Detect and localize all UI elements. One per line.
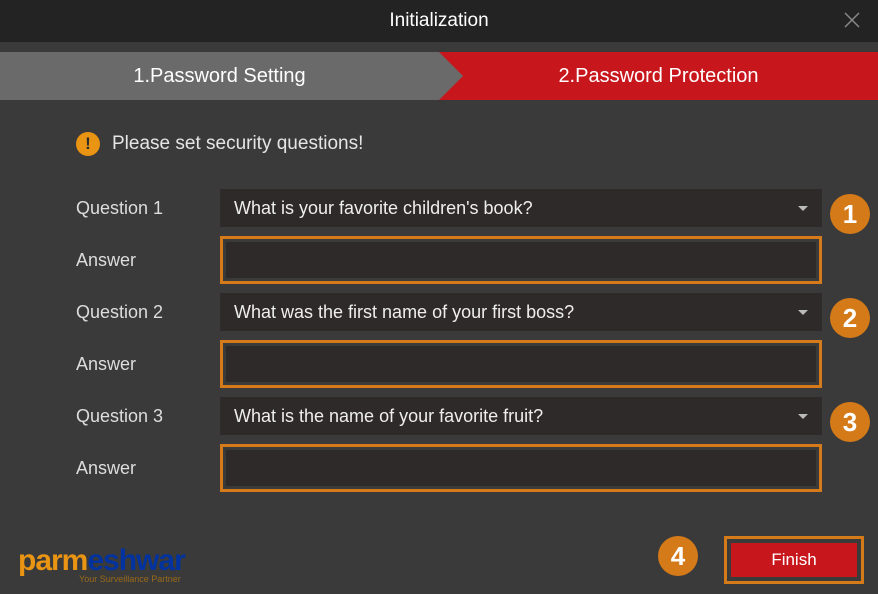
answer3-label: Answer	[76, 458, 216, 479]
answer1-label: Answer	[76, 250, 216, 271]
question3-value: What is the name of your favorite fruit?	[234, 406, 543, 427]
question2-row: Question 2 What was the first name of yo…	[76, 286, 822, 338]
answer3-row: Answer	[76, 442, 822, 494]
callout-2: 2	[830, 298, 870, 338]
question3-select[interactable]: What is the name of your favorite fruit?	[220, 397, 822, 435]
callout-1: 1	[830, 194, 870, 234]
finish-button[interactable]: Finish	[731, 543, 857, 577]
question2-value: What was the first name of your first bo…	[234, 302, 574, 323]
footer: parmeshwar Your Surveillance Partner 4 F…	[0, 524, 878, 594]
question3-row: Question 3 What is the name of your favo…	[76, 390, 822, 442]
answer1-highlight	[220, 236, 822, 284]
question2-label: Question 2	[76, 302, 216, 323]
alert-text: Please set security questions!	[112, 133, 363, 155]
callout-4: 4	[658, 536, 698, 576]
logo-text-1: parm	[18, 544, 87, 577]
question1-value: What is your favorite children's book?	[234, 198, 533, 219]
answer3-highlight	[220, 444, 822, 492]
wizard-steps: 1.Password Setting 2.Password Protection	[0, 42, 878, 102]
answer2-input[interactable]	[226, 346, 816, 382]
content: ! Please set security questions! Questio…	[0, 102, 878, 494]
alert-row: ! Please set security questions!	[76, 132, 822, 156]
answer2-highlight	[220, 340, 822, 388]
warning-icon: !	[76, 132, 100, 156]
step-password-protection: 2.Password Protection	[439, 52, 878, 100]
answer2-label: Answer	[76, 354, 216, 375]
question1-label: Question 1	[76, 198, 216, 219]
logo-text-2: eshwar	[87, 544, 184, 577]
step-password-setting: 1.Password Setting	[0, 52, 439, 100]
callout-3: 3	[830, 402, 870, 442]
titlebar: Initialization	[0, 0, 878, 42]
finish-highlight: Finish	[724, 536, 864, 584]
chevron-down-icon	[798, 414, 808, 419]
answer1-row: Answer	[76, 234, 822, 286]
question3-label: Question 3	[76, 406, 216, 427]
question2-select[interactable]: What was the first name of your first bo…	[220, 293, 822, 331]
answer1-input[interactable]	[226, 242, 816, 278]
answer2-row: Answer	[76, 338, 822, 390]
close-icon[interactable]	[840, 8, 864, 32]
chevron-down-icon	[798, 310, 808, 315]
answer3-input[interactable]	[226, 450, 816, 486]
logo: parmeshwar Your Surveillance Partner	[18, 544, 185, 584]
chevron-down-icon	[798, 206, 808, 211]
question1-select[interactable]: What is your favorite children's book?	[220, 189, 822, 227]
window-title: Initialization	[389, 10, 488, 32]
question1-row: Question 1 What is your favorite childre…	[76, 182, 822, 234]
